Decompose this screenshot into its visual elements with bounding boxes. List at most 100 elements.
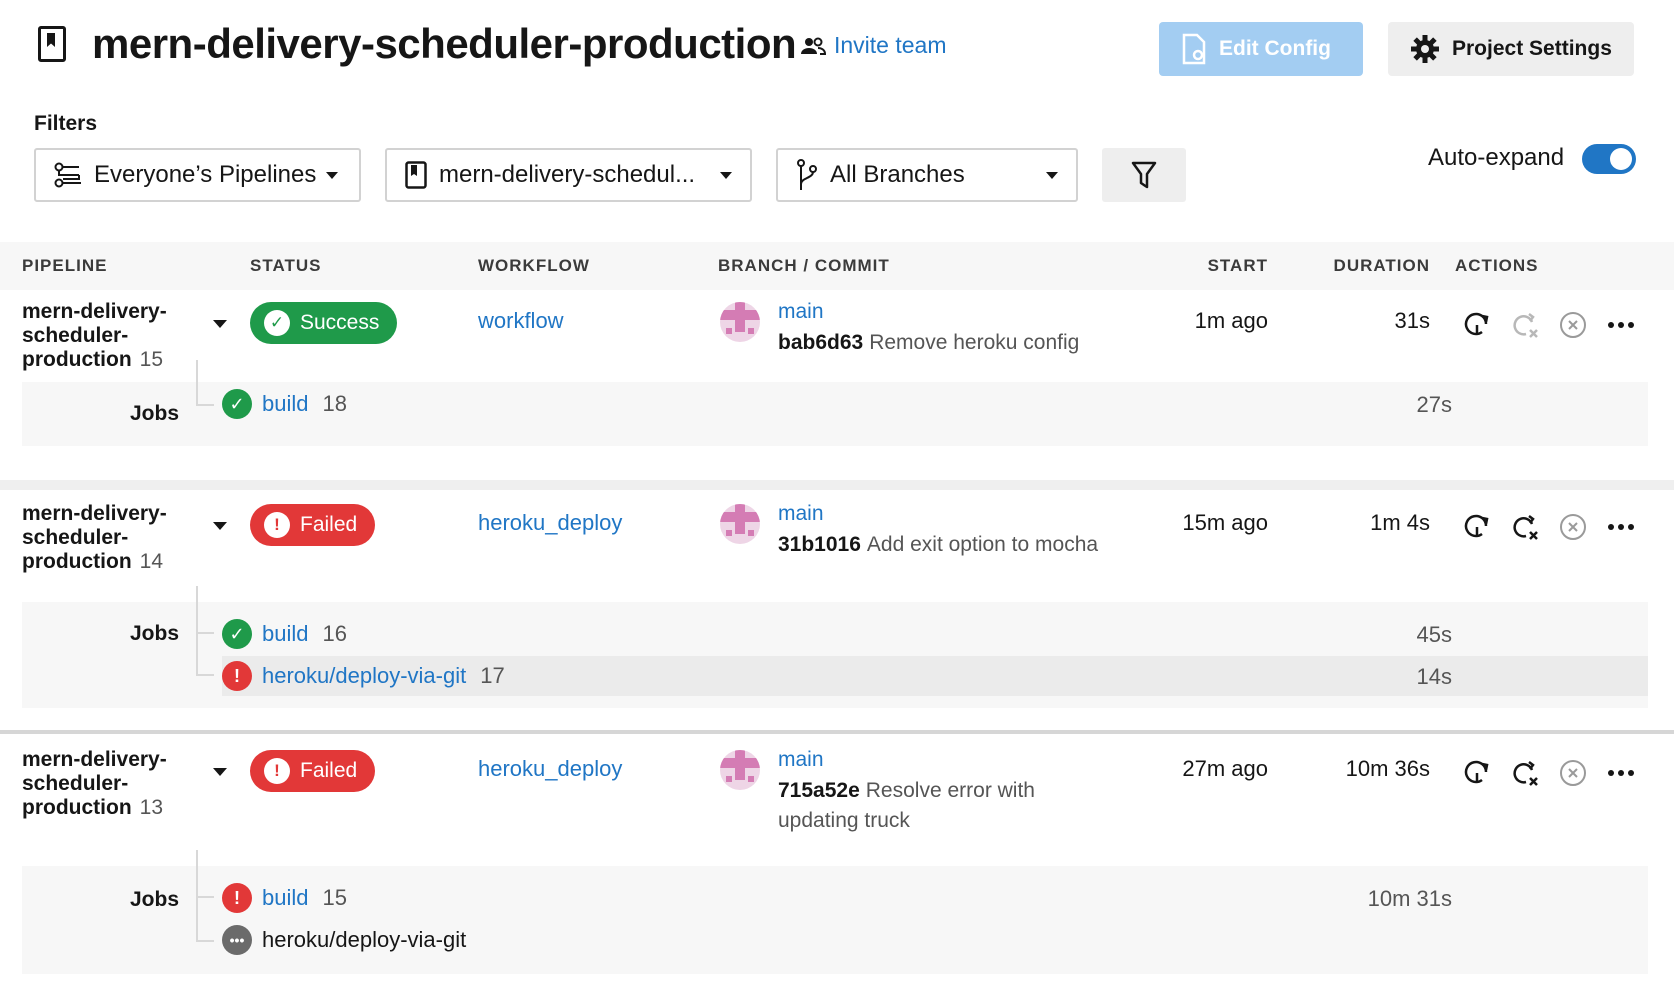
- chevron-down-icon: [326, 171, 339, 179]
- column-header-actions: ACTIONS: [1455, 256, 1539, 275]
- people-icon: [801, 37, 826, 55]
- jobs-label: Jobs: [130, 622, 180, 645]
- project-settings-label: Project Settings: [1452, 37, 1612, 60]
- column-header-branch-commit: BRANCH / COMMIT: [718, 256, 890, 275]
- branch-link[interactable]: main: [778, 502, 824, 526]
- alert-icon: !: [222, 661, 252, 691]
- chevron-down-icon: [1046, 171, 1058, 179]
- advanced-filter-button[interactable]: [1102, 148, 1186, 202]
- edit-config-button[interactable]: Edit Config: [1159, 22, 1363, 76]
- branch-filter-value: All Branches: [830, 161, 965, 188]
- actions-group: [1462, 310, 1636, 340]
- start-time: 27m ago: [1182, 756, 1268, 781]
- commit-info[interactable]: 715a52e Resolve error with updating truck: [778, 776, 1078, 836]
- tree-line: [196, 586, 214, 676]
- workflow-link[interactable]: heroku_deploy: [478, 510, 622, 536]
- job-row[interactable]: ! build 15: [222, 878, 347, 918]
- rerun-failed-icon[interactable]: [1510, 310, 1540, 340]
- pipelines-filter-value: Everyone’s Pipelines: [94, 161, 317, 188]
- column-header-status: STATUS: [250, 256, 322, 275]
- more-icon[interactable]: [1606, 512, 1636, 542]
- job-row[interactable]: ✓ build 16: [222, 614, 347, 654]
- status-badge[interactable]: ! Failed: [250, 750, 376, 792]
- alert-icon: !: [264, 758, 290, 784]
- more-icon[interactable]: [1606, 310, 1636, 340]
- jobs-label: Jobs: [130, 402, 180, 425]
- rerun-icon[interactable]: [1462, 310, 1492, 340]
- cancel-icon[interactable]: [1558, 758, 1588, 788]
- status-badge[interactable]: ✓ Success: [250, 302, 398, 344]
- pipelines-filter-dropdown[interactable]: Everyone’s Pipelines: [34, 148, 361, 202]
- page-header: mern-delivery-scheduler-production Invit…: [0, 0, 1674, 100]
- branch-link[interactable]: main: [778, 300, 824, 324]
- project-settings-button[interactable]: Project Settings: [1388, 22, 1634, 76]
- pipeline-name[interactable]: mern-delivery-scheduler-production 15: [22, 300, 192, 372]
- column-header-start: START: [1207, 256, 1268, 275]
- project-filter-dropdown[interactable]: mern-delivery-schedul...: [385, 148, 752, 202]
- table-header: PIPELINE STATUS WORKFLOW BRANCH / COMMIT…: [0, 242, 1674, 290]
- duration: 1m 4s: [1370, 510, 1430, 535]
- job-row[interactable]: ! heroku/deploy-via-git 17: [222, 656, 505, 696]
- expand-chevron-icon[interactable]: [213, 522, 227, 530]
- pipelines-icon: [54, 162, 81, 188]
- branch-link[interactable]: main: [778, 748, 824, 772]
- workflow-link[interactable]: workflow: [478, 308, 564, 334]
- chevron-down-icon: [720, 171, 732, 179]
- expand-chevron-icon[interactable]: [213, 320, 227, 328]
- edit-config-label: Edit Config: [1219, 37, 1331, 60]
- status-badge[interactable]: ! Failed: [250, 504, 376, 546]
- funnel-icon: [1131, 161, 1157, 189]
- auto-expand-toggle[interactable]: [1582, 144, 1636, 174]
- row-divider: [0, 480, 1674, 490]
- tree-connector: [196, 632, 214, 634]
- check-icon: ✓: [222, 389, 252, 419]
- ellipsis-icon: •••: [222, 925, 252, 955]
- avatar: [720, 302, 760, 342]
- invite-team-label: Invite team: [834, 32, 947, 58]
- rerun-icon[interactable]: [1462, 758, 1492, 788]
- page-title: mern-delivery-scheduler-production: [92, 20, 797, 67]
- pipeline-row: mern-delivery-scheduler-production 15 ✓ S…: [0, 290, 1674, 490]
- project-bookmark-icon: [405, 161, 427, 189]
- job-row[interactable]: ✓ build 18: [222, 384, 347, 424]
- alert-icon: !: [264, 512, 290, 538]
- commit-info[interactable]: bab6d63 Remove heroku config: [778, 328, 1098, 358]
- duration: 31s: [1394, 308, 1430, 333]
- job-duration: 10m 31s: [1367, 886, 1452, 911]
- pipeline-name[interactable]: mern-delivery-scheduler-production 14: [22, 502, 192, 574]
- rerun-failed-icon[interactable]: [1510, 512, 1540, 542]
- check-icon: ✓: [264, 310, 290, 336]
- cancel-icon[interactable]: [1558, 512, 1588, 542]
- column-header-workflow: WORKFLOW: [478, 256, 590, 275]
- duration: 10m 36s: [1345, 756, 1430, 781]
- invite-team-link[interactable]: Invite team: [800, 32, 947, 59]
- cancel-icon[interactable]: [1558, 310, 1588, 340]
- avatar: [720, 504, 760, 544]
- project-bookmark-icon: [38, 26, 66, 62]
- tree-connector: [196, 940, 214, 942]
- rerun-failed-icon[interactable]: [1510, 758, 1540, 788]
- file-gear-icon: [1182, 33, 1206, 65]
- more-icon[interactable]: [1606, 758, 1636, 788]
- branch-filter-dropdown[interactable]: All Branches: [776, 148, 1078, 202]
- column-header-pipeline: PIPELINE: [22, 256, 108, 275]
- gear-icon: [1411, 35, 1439, 63]
- filters-label: Filters: [34, 112, 98, 135]
- expand-chevron-icon[interactable]: [213, 768, 227, 776]
- pipeline-name[interactable]: mern-delivery-scheduler-production 13: [22, 748, 192, 820]
- tree-connector: [196, 896, 214, 898]
- auto-expand-label: Auto-expand: [1428, 144, 1565, 171]
- column-header-duration: DURATION: [1333, 256, 1430, 275]
- tree-line: [196, 360, 214, 406]
- job-duration: 45s: [1416, 622, 1452, 647]
- pipeline-row: mern-delivery-scheduler-production 13 ! F…: [0, 740, 1674, 1002]
- tree-connector: [196, 674, 214, 676]
- commit-info[interactable]: 31b1016 Add exit option to mocha: [778, 530, 1138, 560]
- row-divider: [0, 730, 1674, 734]
- job-duration: 14s: [1416, 664, 1452, 689]
- tree-connector: [196, 404, 214, 406]
- workflow-link[interactable]: heroku_deploy: [478, 756, 622, 782]
- rerun-icon[interactable]: [1462, 512, 1492, 542]
- job-row[interactable]: ••• heroku/deploy-via-git: [222, 920, 466, 960]
- job-duration: 27s: [1416, 392, 1452, 417]
